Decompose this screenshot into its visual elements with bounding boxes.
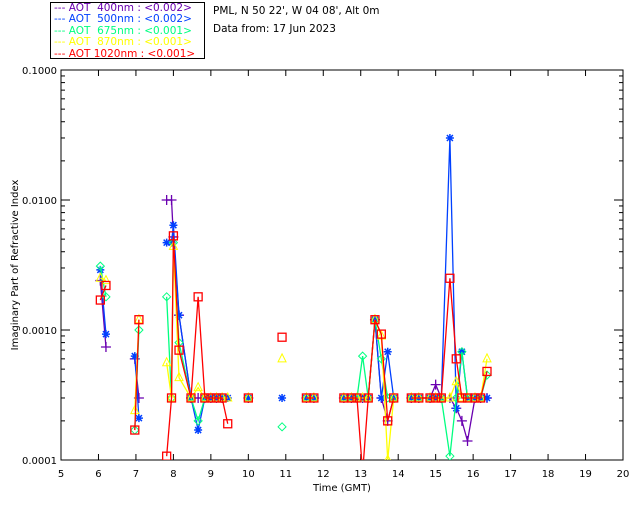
x-tick-label: 5	[58, 469, 64, 480]
x-tick-label: 18	[542, 469, 555, 480]
asterisk-marker	[101, 330, 110, 339]
plus-marker	[430, 379, 441, 390]
asterisk-marker	[383, 347, 392, 356]
triangle-marker	[277, 352, 287, 363]
asterisk-marker	[445, 133, 454, 142]
series-line	[411, 137, 487, 409]
chart: --- AOT 400nm : <0.002> --- AOT 500nm : <…	[0, 0, 640, 512]
asterisk-marker	[194, 426, 203, 435]
x-tick-label: 10	[242, 469, 255, 480]
diamond-marker	[277, 422, 287, 432]
x-tick-label: 12	[317, 469, 330, 480]
series-line	[411, 351, 488, 457]
y-axis-label: Imaginary Part of Refractive Index	[10, 180, 21, 351]
plus-marker	[166, 195, 177, 205]
asterisk-marker	[169, 221, 178, 230]
x-tick-label: 14	[392, 469, 405, 480]
series-line	[411, 358, 488, 399]
square-marker	[277, 332, 287, 342]
x-tick-label: 11	[279, 469, 292, 480]
x-tick-label: 20	[617, 469, 630, 480]
x-tick-label: 8	[170, 469, 176, 480]
y-tick-label: 0.0010	[22, 326, 57, 337]
series-line	[411, 278, 488, 399]
plus-marker	[462, 436, 473, 447]
y-tick-label: 0.0001	[22, 456, 57, 467]
x-tick-label: 9	[208, 469, 214, 480]
y-tick-label: 0.0100	[22, 196, 57, 207]
x-tick-label: 19	[579, 469, 592, 480]
plus-marker	[100, 342, 111, 352]
y-tick-label: 0.1000	[22, 66, 57, 77]
x-tick-label: 16	[467, 469, 480, 480]
plus-marker	[456, 415, 467, 426]
series-group	[95, 133, 492, 460]
x-tick-label: 7	[133, 469, 139, 480]
plot-area: 5 6 7 8 9 10 11 12 13 14 15 16 17 18 19 20 0.0001 0.0010 0…	[10, 66, 630, 494]
asterisk-marker	[134, 414, 143, 423]
x-tick-label: 17	[504, 469, 517, 480]
x-tick-label: 13	[354, 469, 367, 480]
x-tick-label: 15	[429, 469, 442, 480]
x-axis-label: Time (GMT)	[312, 483, 371, 494]
asterisk-marker	[452, 404, 461, 413]
asterisk-marker	[278, 393, 287, 402]
x-tick-label: 6	[95, 469, 101, 480]
